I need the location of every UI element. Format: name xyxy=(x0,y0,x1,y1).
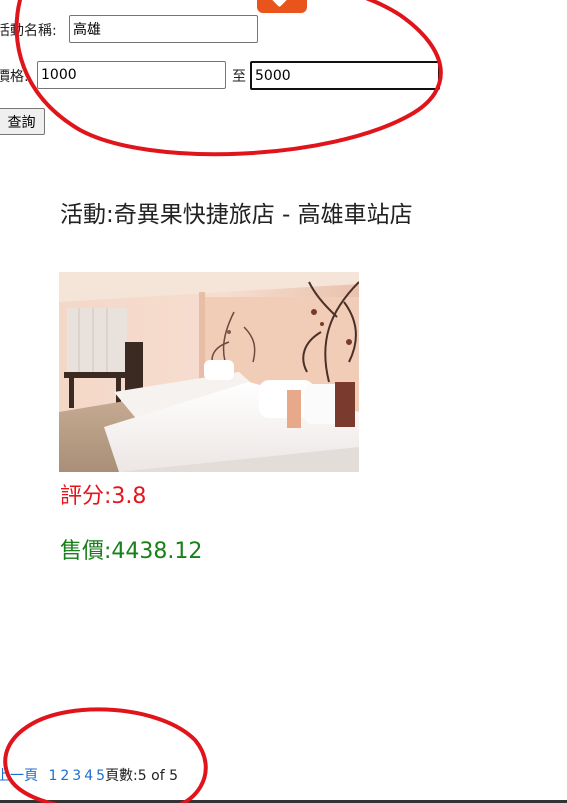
page-link-2[interactable]: 2 xyxy=(60,768,69,784)
page-count-summary: 頁數:5 of 5 xyxy=(105,768,178,784)
top-badge[interactable] xyxy=(257,0,307,13)
price-label: 價格: xyxy=(0,69,29,85)
price-min-input[interactable] xyxy=(37,61,226,89)
page-link-4[interactable]: 4 xyxy=(84,768,93,784)
range-separator: 至 xyxy=(232,69,246,85)
page-link-5[interactable]: 5 xyxy=(96,768,105,784)
query-button[interactable]: 查詢 xyxy=(0,108,45,135)
rating-text: 評分:3.8 xyxy=(60,484,147,509)
activity-name-input[interactable] xyxy=(69,15,258,43)
pagination: 上一頁 1 2 3 4 5頁數:5 of 5 xyxy=(0,765,178,785)
annotation-circle-pagination xyxy=(3,707,208,803)
sale-price-text: 售價:4438.12 xyxy=(60,539,203,564)
price-max-input[interactable] xyxy=(250,61,440,90)
hotel-title: 活動:奇異果快捷旅店 - 高雄車站店 xyxy=(60,202,413,228)
prev-page-link[interactable]: 上一頁 xyxy=(0,768,38,784)
page-link-1[interactable]: 1 xyxy=(48,768,57,784)
hotel-room-photo xyxy=(59,272,359,472)
activity-name-label: 活動名稱: xyxy=(0,23,57,39)
chevron-down-icon xyxy=(271,0,288,8)
page-link-3[interactable]: 3 xyxy=(72,768,81,784)
